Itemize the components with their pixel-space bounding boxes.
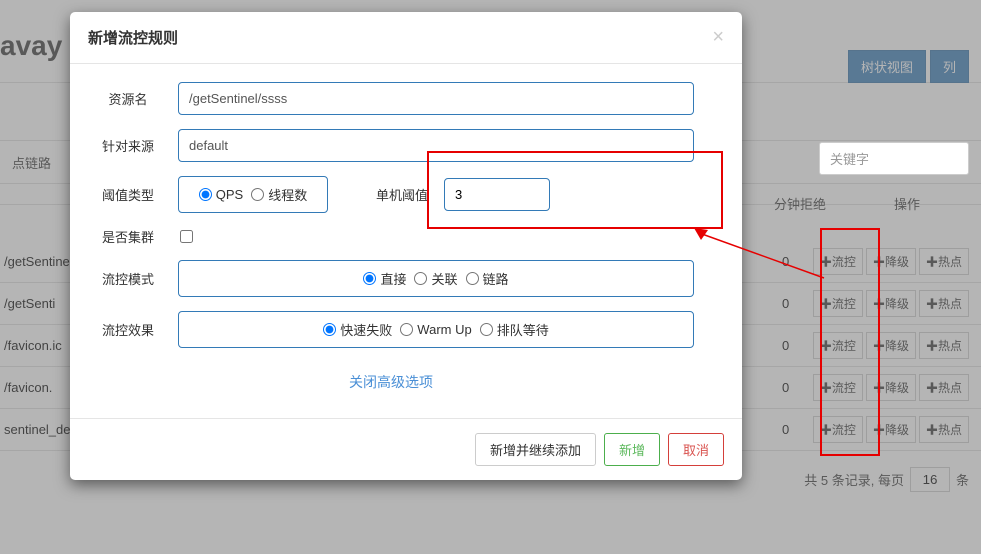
modal-title: 新增流控规则 — [88, 27, 178, 48]
radio-warmup[interactable]: Warm Up — [400, 322, 471, 337]
add-button[interactable]: 新增 — [604, 433, 660, 466]
label-mode: 流控模式 — [88, 269, 178, 288]
effect-group: 快速失败 Warm Up 排队等待 — [178, 311, 694, 348]
add-flow-rule-modal: 新增流控规则 × 资源名 针对来源 阈值类型 QPS 线程数 单机阈值 是否集群… — [70, 12, 742, 480]
cancel-button[interactable]: 取消 — [668, 433, 724, 466]
keyword-input[interactable]: 关键字 — [819, 142, 969, 175]
modal-header: 新增流控规则 × — [70, 12, 742, 64]
add-continue-button[interactable]: 新增并继续添加 — [475, 433, 596, 466]
radio-qps[interactable]: QPS — [199, 187, 243, 202]
toggle-advanced-link[interactable]: 关闭高级选项 — [88, 362, 694, 406]
label-threshold: 单机阈值 — [376, 185, 428, 204]
cluster-checkbox[interactable] — [180, 230, 193, 243]
close-icon[interactable]: × — [712, 26, 724, 49]
radio-relate[interactable]: 关联 — [414, 269, 457, 288]
threshold-input[interactable] — [444, 178, 550, 211]
threshold-type-group: QPS 线程数 — [178, 176, 328, 213]
origin-input[interactable] — [178, 129, 694, 162]
modal-footer: 新增并继续添加 新增 取消 — [70, 418, 742, 480]
row-origin: 针对来源 — [88, 129, 694, 162]
radio-chain[interactable]: 链路 — [466, 269, 509, 288]
mode-group: 直接 关联 链路 — [178, 260, 694, 297]
row-effect: 流控效果 快速失败 Warm Up 排队等待 — [88, 311, 694, 348]
label-threshold-type: 阈值类型 — [88, 185, 178, 204]
row-mode: 流控模式 直接 关联 链路 — [88, 260, 694, 297]
radio-queue[interactable]: 排队等待 — [480, 320, 549, 339]
radio-fail[interactable]: 快速失败 — [323, 320, 392, 339]
radio-threads[interactable]: 线程数 — [251, 185, 307, 204]
modal-body: 资源名 针对来源 阈值类型 QPS 线程数 单机阈值 是否集群 流控模式 直接 … — [70, 64, 742, 418]
resource-input[interactable] — [178, 82, 694, 115]
label-cluster: 是否集群 — [88, 227, 178, 246]
row-threshold-type: 阈值类型 QPS 线程数 单机阈值 — [88, 176, 694, 213]
radio-direct[interactable]: 直接 — [363, 269, 406, 288]
label-origin: 针对来源 — [88, 136, 178, 155]
label-resource: 资源名 — [88, 89, 178, 108]
row-resource: 资源名 — [88, 82, 694, 115]
row-cluster: 是否集群 — [88, 227, 694, 246]
label-effect: 流控效果 — [88, 320, 178, 339]
